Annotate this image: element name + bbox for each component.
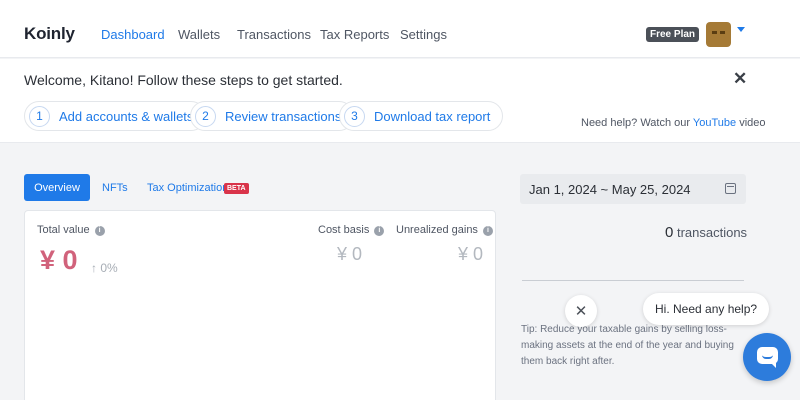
total-value-change: ↑ 0% bbox=[91, 261, 118, 275]
cost-basis-label-text: Cost basis bbox=[318, 224, 370, 236]
tip-text: Tip: Reduce your taxable gains by sellin… bbox=[521, 324, 734, 367]
date-range: Jan 1, 2024 ~ May 25, 2024 bbox=[529, 182, 691, 197]
nav-settings[interactable]: Settings bbox=[400, 27, 447, 42]
nav-dashboard[interactable]: Dashboard bbox=[101, 27, 165, 42]
tab-nfts[interactable]: NFTs bbox=[102, 182, 128, 194]
unrealized-gains-value: ¥ 0 bbox=[458, 244, 484, 264]
chat-launcher-button[interactable] bbox=[743, 333, 791, 381]
chat-close-button[interactable]: ✕ bbox=[565, 295, 597, 327]
transactions-count-number: 0 bbox=[665, 224, 674, 241]
step-label: Review transactions bbox=[225, 108, 342, 124]
step-download-report[interactable]: 3 Download tax report bbox=[339, 101, 504, 131]
transactions-count: 0 transactions bbox=[665, 224, 747, 241]
info-icon[interactable]: i bbox=[374, 226, 385, 236]
nav-tax-reports[interactable]: Tax Reports bbox=[320, 27, 389, 42]
unrealized-gains-label: Unrealized gains i bbox=[396, 224, 493, 236]
top-navigation: Koinly Dashboard Wallets Transactions Ta… bbox=[0, 0, 800, 58]
tab-overview[interactable]: Overview bbox=[24, 174, 90, 201]
step-add-accounts[interactable]: 1 Add accounts & wallets bbox=[24, 101, 207, 131]
welcome-message: Welcome, Kitano! Follow these steps to g… bbox=[24, 72, 343, 88]
step-number: 2 bbox=[195, 105, 216, 127]
chevron-down-icon[interactable] bbox=[737, 27, 745, 32]
portfolio-card: Total value i ¥ 0 ↑ 0% Cost basis i ¥ 0 Un… bbox=[24, 210, 496, 400]
transactions-count-label: transactions bbox=[676, 225, 748, 240]
welcome-banner: Welcome, Kitano! Follow these steps to g… bbox=[0, 59, 800, 143]
app-logo[interactable]: Koinly bbox=[24, 24, 75, 44]
info-icon[interactable]: i bbox=[94, 226, 105, 236]
avatar[interactable] bbox=[706, 22, 731, 47]
beta-badge: BETA bbox=[224, 183, 249, 194]
close-icon[interactable]: ✕ bbox=[733, 69, 747, 89]
total-value-label: Total value i bbox=[37, 224, 105, 236]
step-review-transactions[interactable]: 2 Review transactions bbox=[190, 101, 355, 131]
chat-greeting[interactable]: Hi. Need any help? bbox=[643, 293, 770, 325]
tab-tax-optimization[interactable]: Tax Optimization bbox=[147, 182, 228, 194]
step-number: 3 bbox=[344, 105, 365, 127]
nav-transactions[interactable]: Transactions bbox=[237, 27, 311, 42]
total-value-label-text: Total value bbox=[37, 224, 90, 236]
plan-badge[interactable]: Free Plan bbox=[646, 27, 700, 42]
cost-basis-value: ¥ 0 bbox=[337, 244, 363, 264]
divider bbox=[522, 280, 744, 281]
help-prefix: Need help? Watch our bbox=[581, 117, 691, 129]
avatar-eye-left bbox=[712, 31, 717, 34]
cost-basis-label: Cost basis i bbox=[318, 224, 385, 236]
youtube-link[interactable]: YouTube bbox=[693, 117, 736, 129]
help-suffix: video bbox=[739, 117, 766, 129]
nav-wallets[interactable]: Wallets bbox=[178, 27, 220, 42]
info-icon[interactable]: i bbox=[482, 226, 493, 236]
step-label: Download tax report bbox=[374, 108, 491, 124]
unrealized-gains-label-text: Unrealized gains bbox=[396, 224, 478, 236]
help-line: Need help? Watch our YouTube video bbox=[581, 117, 766, 129]
calendar-icon bbox=[725, 183, 736, 194]
step-label: Add accounts & wallets bbox=[59, 108, 194, 124]
date-range-picker[interactable]: Jan 1, 2024 ~ May 25, 2024 bbox=[520, 174, 746, 204]
step-number: 1 bbox=[29, 105, 50, 127]
avatar-eye-right bbox=[720, 31, 725, 34]
total-value: ¥ 0 bbox=[40, 245, 78, 275]
